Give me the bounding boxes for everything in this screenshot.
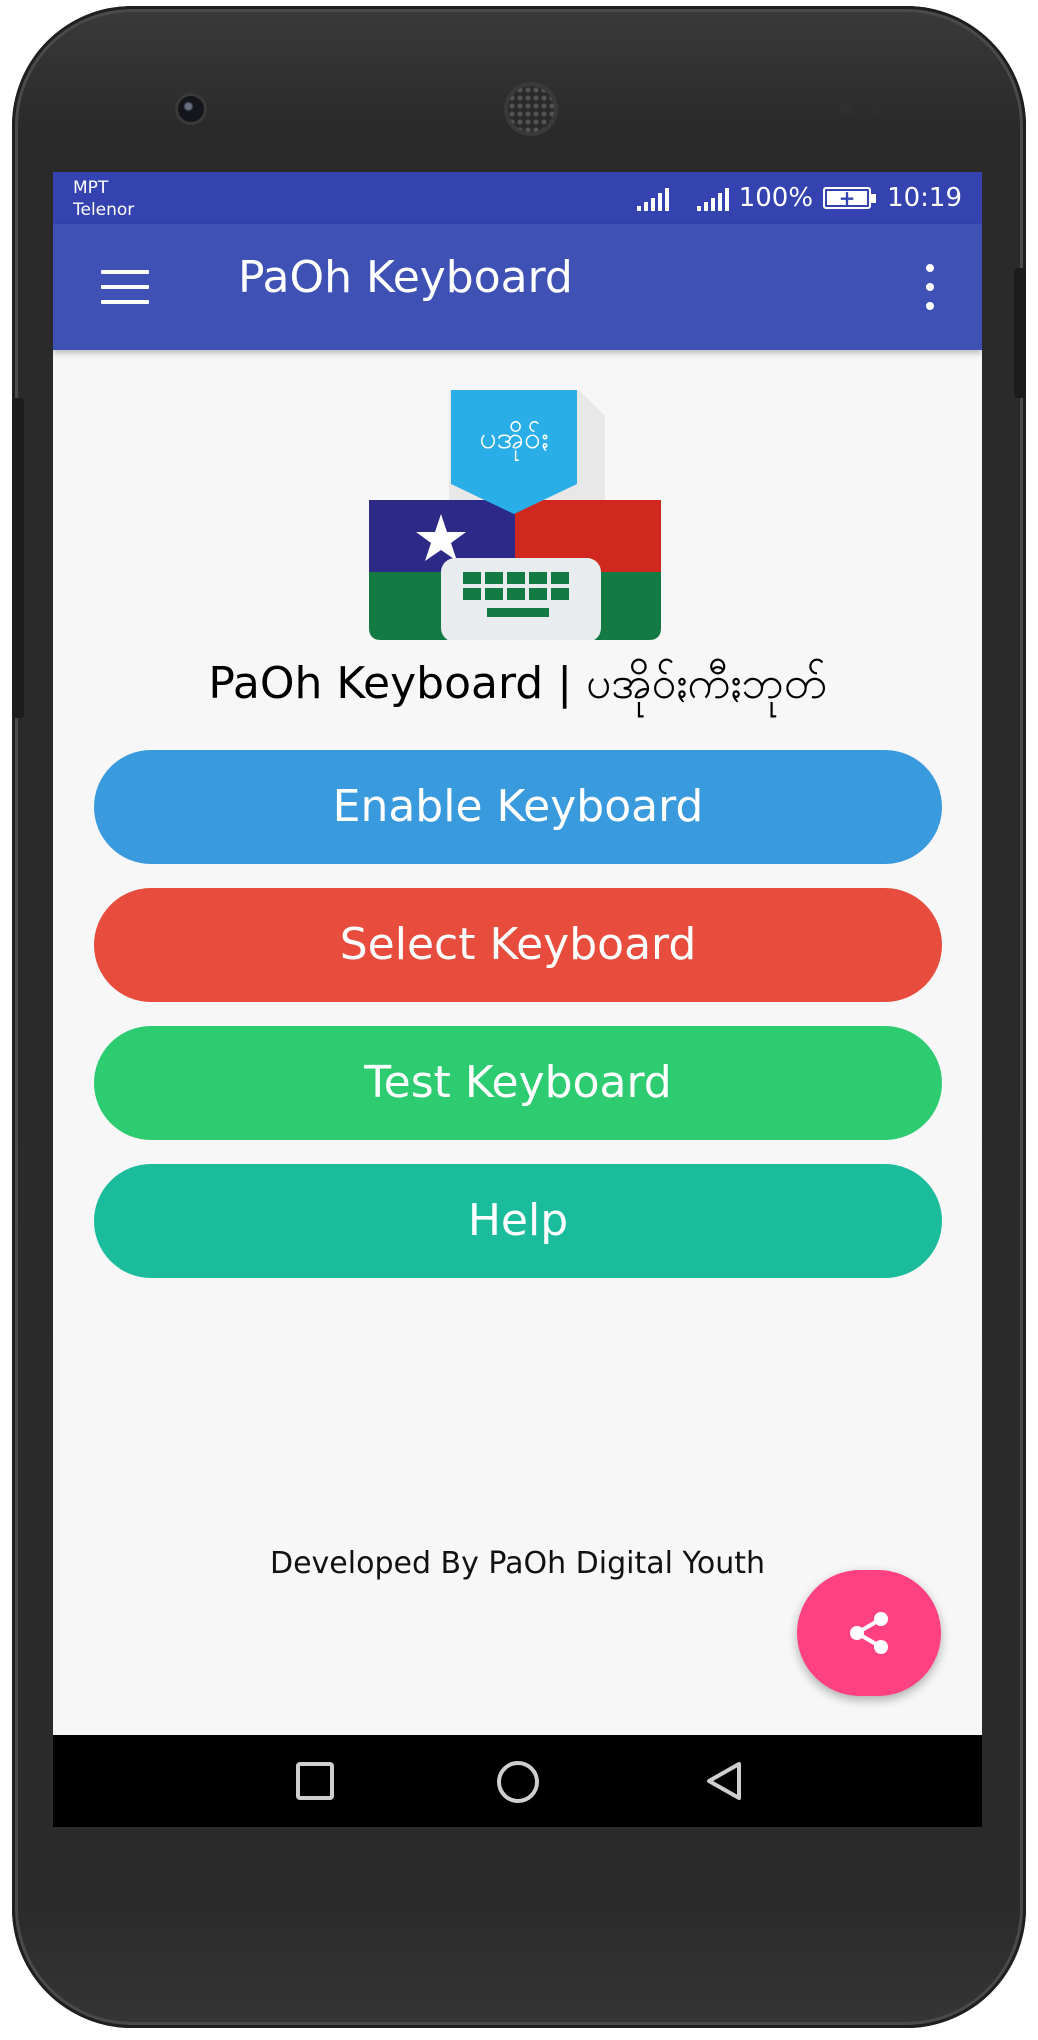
- light-sensor: [870, 104, 880, 114]
- proximity-sensor: [838, 102, 852, 116]
- earpiece-speaker: [508, 86, 554, 132]
- signal-1-icon: [636, 185, 669, 211]
- carrier-1: MPT: [73, 178, 109, 198]
- more-vert-icon[interactable]: [922, 264, 938, 310]
- enable-keyboard-button[interactable]: Enable Keyboard: [94, 750, 942, 864]
- triangle-back-icon[interactable]: [703, 1759, 747, 1803]
- share-button[interactable]: [797, 1570, 941, 1696]
- square-recents-icon[interactable]: [293, 1759, 337, 1803]
- hamburger-menu-icon[interactable]: [101, 270, 149, 304]
- select-keyboard-button[interactable]: Select Keyboard: [94, 888, 942, 1002]
- clock: 10:19: [887, 183, 962, 213]
- signal-2-icon: [696, 185, 729, 211]
- carrier-names: MPT Telenor: [73, 177, 134, 221]
- share-icon: [850, 1612, 888, 1654]
- app-title: PaOh Keyboard: [238, 252, 573, 303]
- circle-home-icon[interactable]: [495, 1759, 541, 1805]
- front-camera-icon: [178, 96, 204, 122]
- status-bar: MPT Telenor 100% + 10:19: [53, 172, 982, 224]
- power-button: [1014, 268, 1026, 398]
- app-bar: PaOh Keyboard: [53, 224, 982, 350]
- test-keyboard-button[interactable]: Test Keyboard: [94, 1026, 942, 1140]
- volume-button: [12, 398, 24, 718]
- battery-icon: +: [823, 187, 877, 209]
- help-button[interactable]: Help: [94, 1164, 942, 1278]
- battery-percent: 100%: [738, 183, 814, 213]
- navigation-bar: [53, 1735, 982, 1827]
- carrier-2: Telenor: [73, 200, 135, 220]
- logo-label: ပအိုဝ်ႏ: [479, 421, 548, 462]
- app-subtitle: PaOh Keyboard | ပအိုဝ်ႏကီႏဘုတ်: [208, 658, 827, 709]
- status-indicators: 100% + 10:19: [636, 180, 962, 216]
- screen: MPT Telenor 100% + 10:19 PaOh Keyboard ပ…: [53, 172, 982, 1827]
- app-logo: ပအိုဝ်ႏ: [369, 390, 661, 640]
